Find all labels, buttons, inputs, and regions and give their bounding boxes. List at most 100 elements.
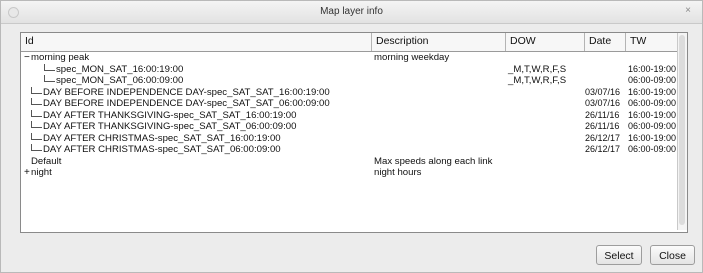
column-header-id[interactable]: Id — [21, 33, 372, 51]
column-header-tw[interactable]: TW — [626, 33, 678, 51]
cell-tw: 16:00-19:00 — [628, 132, 677, 143]
cell-date: 26/11/16 — [585, 109, 620, 120]
cell-description — [372, 110, 506, 122]
row-id-label: DAY AFTER CHRISTMAS-spec_SAT_SAT_06:00:0… — [43, 144, 281, 155]
dialog-window: Map layer info × Id Description DOW Date… — [0, 0, 703, 273]
cell-description — [372, 87, 506, 99]
cell-id: DAY BEFORE INDEPENDENCE DAY-spec_SAT_SAT… — [21, 86, 372, 99]
row-id-label: DAY BEFORE INDEPENDENCE DAY-spec_SAT_SAT… — [43, 98, 330, 109]
tree-connector-icon — [31, 86, 42, 94]
row-id-label: spec_MON_SAT_16:00:19:00 — [56, 63, 184, 75]
cell-description — [372, 121, 506, 133]
expand-icon[interactable]: + — [24, 168, 30, 178]
cell-tw: 06:00-09:00 — [628, 75, 677, 85]
cell-dow — [506, 87, 585, 99]
column-header-dow[interactable]: DOW — [506, 33, 585, 51]
cell-description — [372, 75, 506, 87]
cell-tw: 06:00-09:00 — [628, 144, 677, 154]
cell-description — [372, 133, 506, 145]
tree-connector-icon — [31, 109, 42, 117]
cell-date: 26/12/17 — [585, 144, 621, 154]
cell-dow: _M,T,W,R,F,S — [508, 63, 567, 75]
cell-tw: 16:00-19:00 — [628, 63, 677, 74]
cell-description — [372, 98, 506, 110]
cell-dow — [506, 156, 585, 168]
cell-date: 03/07/16 — [585, 98, 621, 108]
cell-date — [585, 167, 626, 179]
table-row[interactable]: −morning peak morning weekday — [21, 52, 687, 64]
scrollbar-thumb[interactable] — [679, 35, 685, 225]
tree-connector-icon — [31, 132, 42, 140]
collapse-icon[interactable]: − — [24, 53, 30, 63]
table-row[interactable]: DAY AFTER CHRISTMAS-spec_SAT_SAT_16:00:1… — [21, 132, 687, 145]
row-id-label: Default — [31, 155, 62, 167]
table-row[interactable]: spec_MON_SAT_16:00:19:00 _M,T,W,R,F,S 16:0… — [21, 63, 687, 76]
cell-description: night hours — [374, 167, 422, 178]
tree-connector-icon — [31, 98, 42, 105]
cell-tw: 16:00-19:00 — [628, 86, 677, 97]
table-row[interactable]: DAY AFTER CHRISTMAS-spec_SAT_SAT_06:00:0… — [21, 144, 687, 156]
cell-tw: 06:00-09:00 — [628, 121, 677, 131]
cell-date — [585, 64, 626, 76]
cell-dow — [506, 167, 585, 179]
column-header-description[interactable]: Description — [372, 33, 506, 51]
close-button[interactable]: Close — [650, 245, 695, 265]
cell-date: 03/07/16 — [585, 86, 621, 97]
tree-connector-icon — [31, 144, 42, 151]
cell-date — [585, 75, 626, 87]
row-id-label: DAY AFTER CHRISTMAS-spec_SAT_SAT_16:00:1… — [43, 132, 281, 144]
cell-id: DAY AFTER CHRISTMAS-spec_SAT_SAT_16:00:1… — [21, 132, 372, 145]
cell-id: DAY AFTER THANKSGIVING-spec_SAT_SAT_06:0… — [21, 121, 372, 133]
cell-tw — [626, 167, 678, 179]
row-id-label: DAY AFTER THANKSGIVING-spec_SAT_SAT_16:0… — [43, 109, 297, 121]
tree-connector-icon — [44, 63, 55, 71]
cell-id: DAY AFTER CHRISTMAS-spec_SAT_SAT_06:00:0… — [21, 144, 372, 156]
row-id-label: morning peak — [31, 52, 90, 63]
cell-dow: _M,T,W,R,F,S — [508, 75, 567, 86]
table-row[interactable]: Default Max speeds along each link — [21, 156, 687, 168]
tree-connector-icon — [31, 121, 42, 128]
tree-table: Id Description DOW Date TW −morning peak… — [20, 32, 688, 233]
cell-tw — [626, 52, 678, 64]
select-button[interactable]: Select — [596, 245, 642, 265]
column-header-date[interactable]: Date — [585, 33, 626, 51]
table-row[interactable]: +night night hours — [21, 167, 687, 179]
cell-id: spec_MON_SAT_16:00:19:00 — [21, 63, 372, 76]
cell-description: morning weekday — [374, 52, 450, 63]
cell-dow — [506, 133, 585, 145]
table-row[interactable]: spec_MON_SAT_06:00:09:00 _M,T,W,R,F,S 06:0… — [21, 75, 687, 87]
cell-dow — [506, 110, 585, 122]
table-body: −morning peak morning weekday spec_MON_SAT… — [21, 52, 687, 179]
cell-tw — [626, 156, 678, 168]
cell-id: spec_MON_SAT_06:00:09:00 — [21, 75, 372, 87]
cell-dow — [506, 144, 585, 156]
cell-description — [372, 64, 506, 76]
cell-description — [372, 144, 506, 156]
row-id-label: DAY AFTER THANKSGIVING-spec_SAT_SAT_06:0… — [43, 121, 297, 132]
cell-date: 26/11/16 — [585, 121, 620, 131]
cell-date — [585, 52, 626, 64]
row-id-label: DAY BEFORE INDEPENDENCE DAY-spec_SAT_SAT… — [43, 86, 330, 98]
cell-date: 26/12/17 — [585, 132, 621, 143]
vertical-scrollbar[interactable] — [677, 33, 687, 230]
cell-id: Default — [21, 156, 372, 168]
cell-date — [585, 156, 626, 168]
title-bar[interactable]: Map layer info × — [1, 1, 702, 24]
table-row[interactable]: DAY AFTER THANKSGIVING-spec_SAT_SAT_06:0… — [21, 121, 687, 133]
row-id-label: spec_MON_SAT_06:00:09:00 — [56, 75, 184, 86]
cell-dow — [506, 52, 585, 64]
table-row[interactable]: DAY BEFORE INDEPENDENCE DAY-spec_SAT_SAT… — [21, 86, 687, 99]
cell-description: Max speeds along each link — [374, 155, 493, 167]
cell-dow — [506, 98, 585, 110]
cell-tw: 16:00-19:00 — [628, 109, 677, 120]
cell-id: DAY AFTER THANKSGIVING-spec_SAT_SAT_16:0… — [21, 109, 372, 122]
table-row[interactable]: DAY BEFORE INDEPENDENCE DAY-spec_SAT_SAT… — [21, 98, 687, 110]
cell-id: +night — [21, 167, 372, 179]
tree-connector-icon — [44, 75, 55, 82]
cell-tw: 06:00-09:00 — [628, 98, 677, 108]
table-row[interactable]: DAY AFTER THANKSGIVING-spec_SAT_SAT_16:0… — [21, 109, 687, 122]
close-icon[interactable]: × — [682, 5, 694, 17]
row-id-label: night — [31, 167, 52, 178]
cell-id: −morning peak — [21, 52, 372, 64]
cell-dow — [506, 121, 585, 133]
